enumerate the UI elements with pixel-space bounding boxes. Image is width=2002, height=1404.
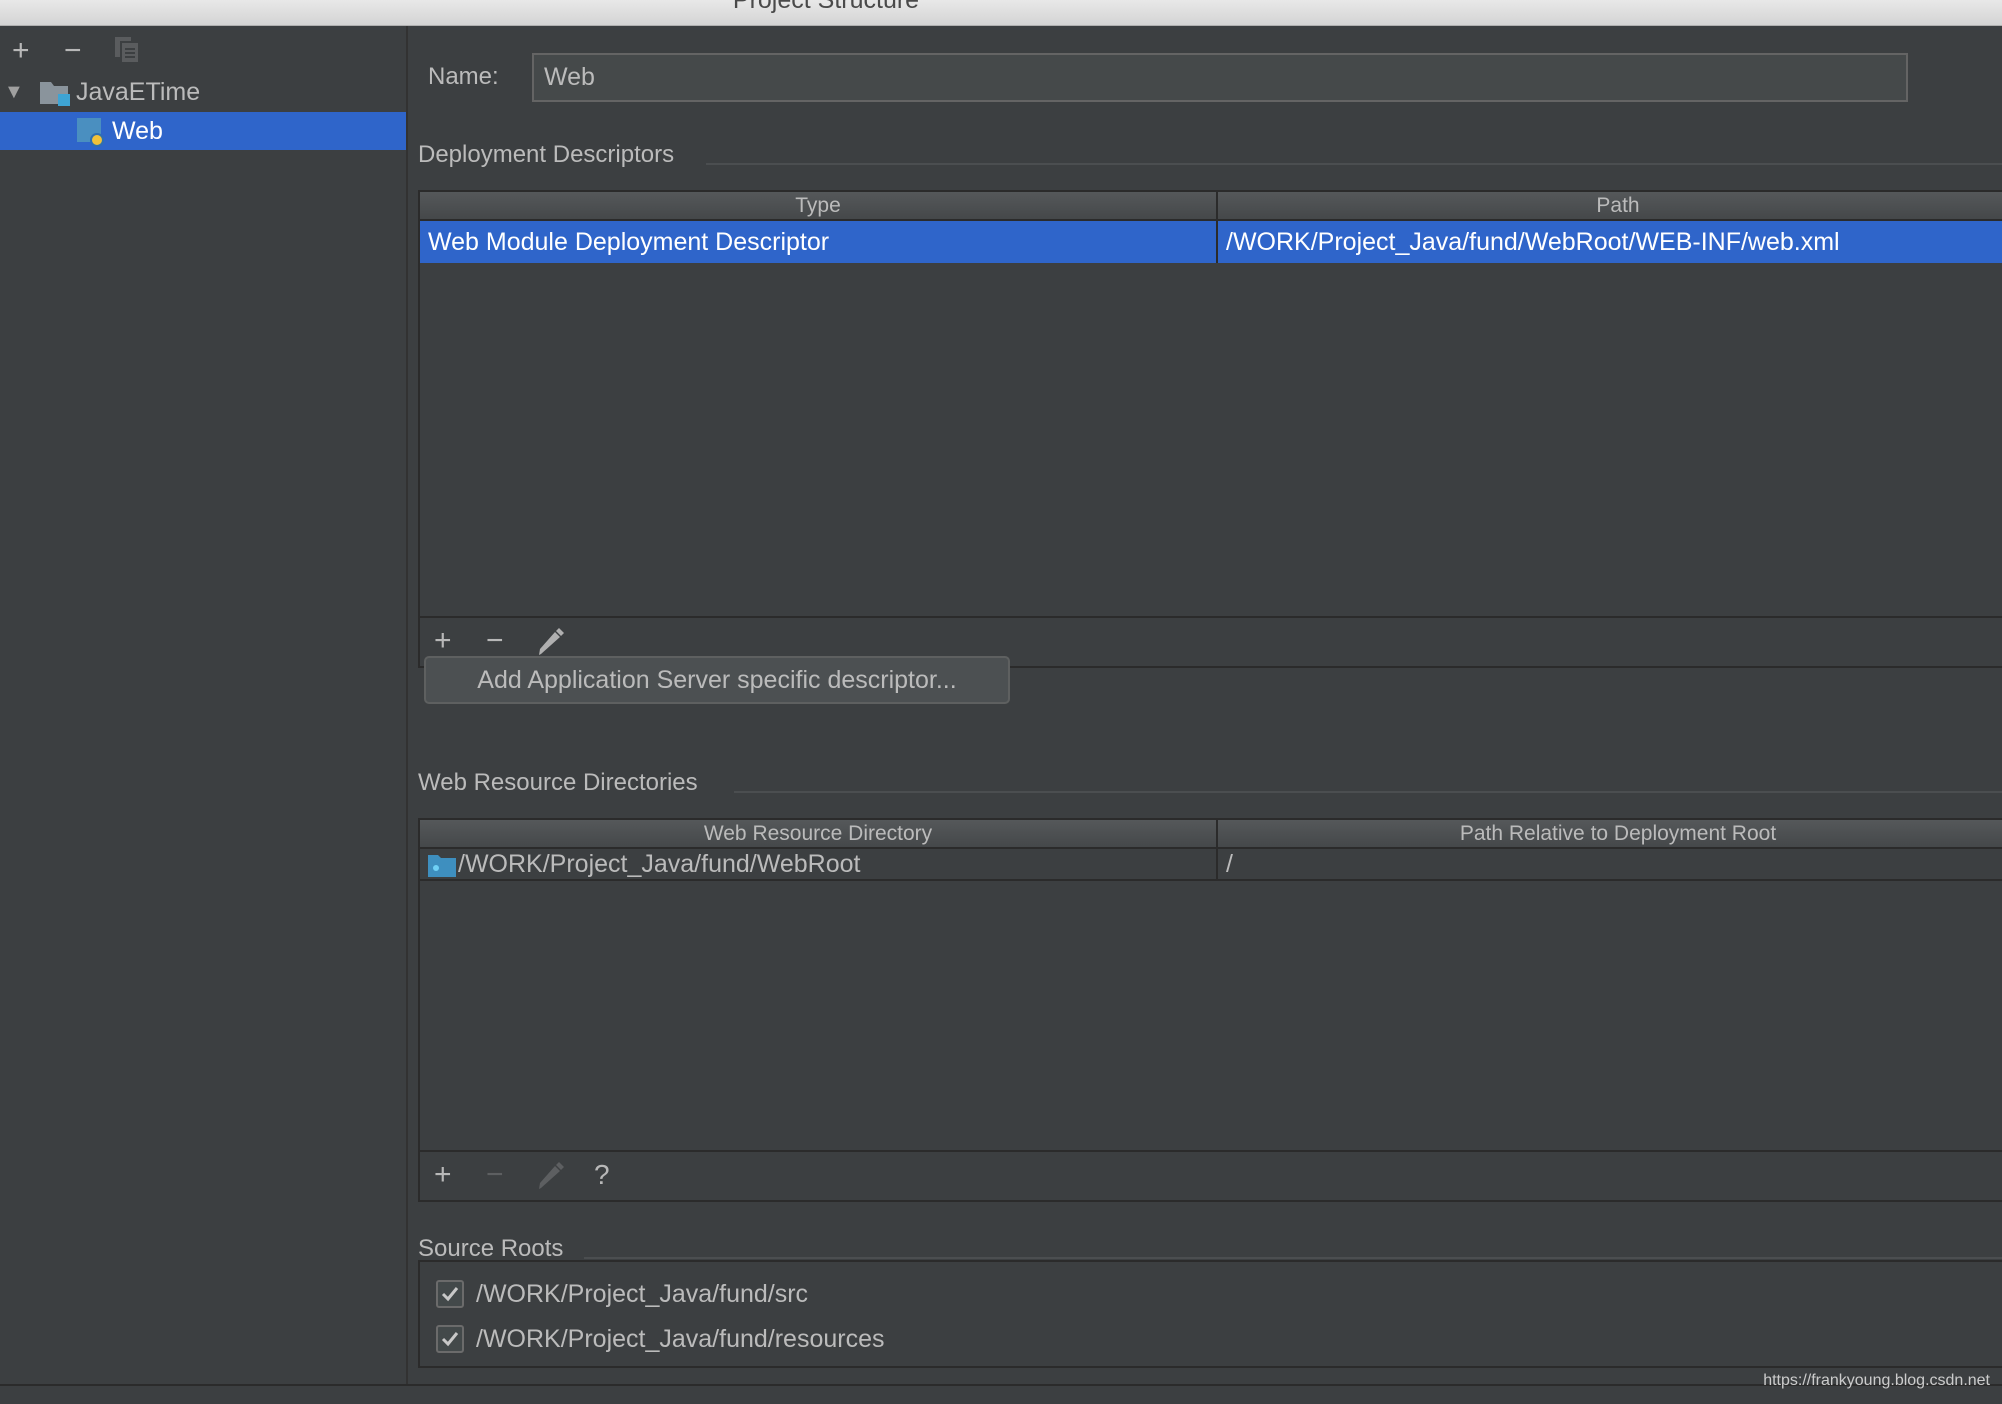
add-module-button[interactable]: +	[12, 36, 30, 66]
web-facet-icon	[77, 118, 104, 147]
source-root-path: /WORK/Project_Java/fund/src	[476, 1279, 809, 1308]
source-roots-title: Source Roots	[418, 1235, 564, 1262]
section-divider	[584, 1257, 2002, 1259]
expand-arrow-icon[interactable]: ▼	[4, 73, 24, 111]
source-root-checkbox[interactable]	[436, 1280, 464, 1308]
help-button[interactable]: ?	[594, 1160, 610, 1190]
module-sidebar: + − ▼ JavaETime Web	[0, 26, 408, 1384]
plus-icon: +	[434, 624, 452, 657]
source-roots-list: /WORK/Project_Java/fund/src /WORK/Projec…	[418, 1260, 2002, 1368]
relative-path-cell: /	[1216, 849, 1233, 879]
remove-resource-dir-button[interactable]: −	[486, 1160, 504, 1190]
minus-icon: −	[486, 624, 504, 657]
watermark: https://frankyoung.blog.csdn.net	[1763, 1372, 1990, 1389]
add-resource-dir-button[interactable]: +	[434, 1160, 452, 1190]
source-root-path: /WORK/Project_Java/fund/resources	[476, 1324, 885, 1353]
minus-icon: −	[64, 34, 82, 67]
remove-descriptor-button[interactable]: −	[486, 626, 504, 656]
name-label: Name:	[428, 63, 499, 90]
web-resource-directories-title: Web Resource Directories	[418, 769, 698, 796]
add-descriptor-button[interactable]: +	[434, 626, 452, 656]
checkmark-icon	[441, 1287, 459, 1302]
plus-icon: +	[12, 34, 30, 67]
bottom-bar	[0, 1384, 2002, 1404]
tree-item-label: Web	[112, 117, 163, 145]
section-divider	[706, 163, 2002, 165]
web-resource-directories-table: Web Resource Directory Path Relative to …	[418, 818, 2002, 1202]
source-root-item[interactable]: /WORK/Project_Java/fund/resources	[436, 1319, 885, 1359]
section-divider	[734, 791, 2002, 793]
window-title: Project Structure	[732, 0, 920, 14]
copy-module-button[interactable]	[114, 36, 140, 70]
table-row[interactable]: Web Module Deployment Descriptor /WORK/P…	[420, 221, 2002, 263]
deployment-descriptors-title: Deployment Descriptors	[418, 141, 675, 168]
remove-module-button[interactable]: −	[64, 36, 82, 66]
source-root-checkbox[interactable]	[436, 1325, 464, 1353]
pencil-icon	[539, 1162, 564, 1189]
name-input[interactable]: Web	[532, 53, 1908, 102]
column-header-type[interactable]: Type	[420, 192, 1216, 219]
table-header: Type Path	[420, 192, 2002, 221]
edit-resource-dir-button[interactable]	[538, 1162, 564, 1196]
module-folder-icon	[40, 82, 70, 106]
pencil-icon	[539, 628, 564, 655]
facet-settings-panel: Name: Web Deployment Descriptors Type Pa…	[408, 26, 2002, 1384]
descriptor-path-cell: /WORK/Project_Java/fund/WebRoot/WEB-INF/…	[1216, 221, 1840, 263]
table-header: Web Resource Directory Path Relative to …	[420, 820, 2002, 849]
table-row[interactable]: /WORK/Project_Java/fund/WebRoot /	[420, 849, 2002, 881]
copy-icon	[115, 37, 140, 64]
tree-item-label: JavaETime	[76, 78, 201, 106]
help-icon: ?	[594, 1159, 610, 1190]
column-header-path[interactable]: Path	[1216, 192, 2002, 219]
tree-item-web[interactable]: Web	[0, 112, 406, 150]
minus-icon: −	[486, 1158, 504, 1191]
add-server-descriptor-button[interactable]: Add Application Server specific descript…	[424, 656, 1010, 704]
column-header-directory[interactable]: Web Resource Directory	[420, 820, 1216, 847]
deployment-descriptors-table: Type Path Web Module Deployment Descript…	[418, 190, 2002, 668]
descriptor-type-cell: Web Module Deployment Descriptor	[428, 228, 830, 256]
resource-dirs-toolbar: + − ?	[420, 1150, 2002, 1200]
source-root-item[interactable]: /WORK/Project_Java/fund/src	[436, 1274, 808, 1314]
plus-icon: +	[434, 1158, 452, 1191]
directory-cell: /WORK/Project_Java/fund/WebRoot	[458, 850, 861, 878]
web-folder-icon	[428, 855, 456, 877]
column-header-relative-path[interactable]: Path Relative to Deployment Root	[1216, 820, 2002, 847]
window-titlebar: Project Structure	[0, 0, 2002, 26]
checkmark-icon	[441, 1332, 459, 1347]
tree-item-javaetime[interactable]: ▼ JavaETime	[0, 73, 406, 111]
